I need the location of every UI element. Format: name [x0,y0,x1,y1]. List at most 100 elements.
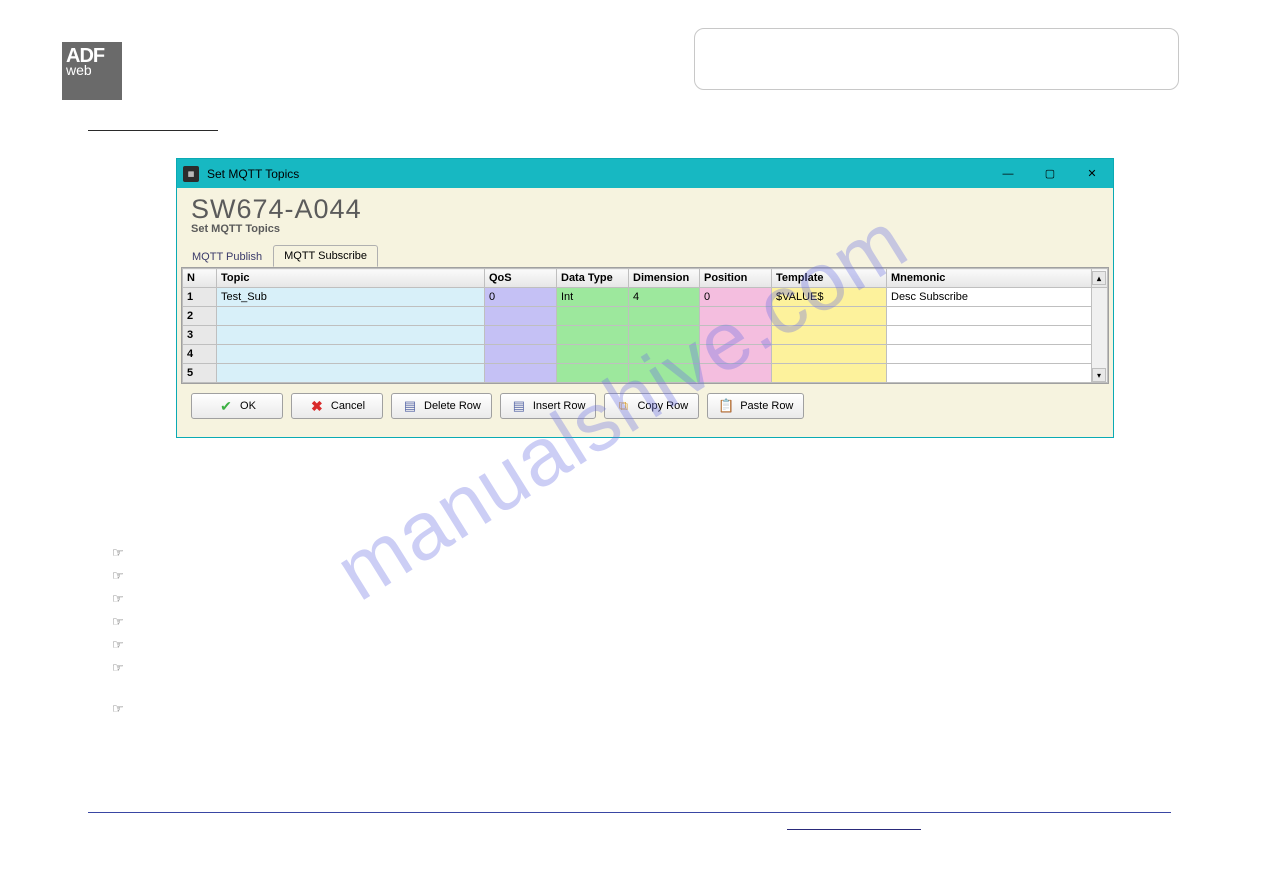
cell-dimension[interactable] [629,345,700,364]
cell-dimension[interactable] [629,364,700,383]
app-icon: ▦ [183,166,199,182]
tab-label: MQTT Subscribe [284,250,367,262]
cell-position[interactable] [700,364,772,383]
cell-template[interactable] [772,307,887,326]
col-mnemonic[interactable]: Mnemonic [887,269,1092,288]
pointer-icon [112,701,126,715]
cell-template[interactable]: $VALUE$ [772,288,887,307]
col-dimension[interactable]: Dimension [629,269,700,288]
tab-mqtt-subscribe[interactable]: MQTT Subscribe [273,245,378,267]
cell-topic[interactable] [217,345,485,364]
cell-mnemonic[interactable] [887,364,1092,383]
list-item [112,632,132,655]
table-row[interactable]: 4 [183,345,1108,364]
topics-grid: N Topic QoS Data Type Dimension Position… [181,267,1109,384]
pointer-icon [112,568,126,582]
close-button[interactable]: ✕ [1071,159,1113,188]
list-item [112,540,132,563]
table-row[interactable]: 3 [183,326,1108,345]
cell-position[interactable] [700,345,772,364]
cell-template[interactable] [772,345,887,364]
cell-datatype[interactable] [557,345,629,364]
cell-n: 2 [183,307,217,326]
table-row[interactable]: 2 [183,307,1108,326]
cell-datatype[interactable] [557,364,629,383]
check-icon: ✔ [218,398,234,414]
btn-label: Cancel [331,400,365,412]
cell-qos[interactable]: 0 [485,288,557,307]
tab-label: MQTT Publish [192,251,262,263]
delete-row-button[interactable]: ▤ Delete Row [391,393,492,419]
cell-topic[interactable] [217,307,485,326]
col-n[interactable]: N [183,269,217,288]
cell-position[interactable] [700,307,772,326]
cell-topic[interactable]: Test_Sub [217,288,485,307]
cell-topic[interactable] [217,326,485,345]
cell-qos[interactable] [485,326,557,345]
paste-icon: 📋 [718,398,734,414]
col-topic[interactable]: Topic [217,269,485,288]
delete-row-icon: ▤ [402,398,418,414]
cell-mnemonic[interactable] [887,307,1092,326]
pointer-icon [112,591,126,605]
bullet-list [112,540,132,719]
page-title: SW674-A044 [191,194,1099,225]
cell-n: 5 [183,364,217,383]
cell-qos[interactable] [485,345,557,364]
table-row[interactable]: 5 [183,364,1108,383]
table-row[interactable]: 1 Test_Sub 0 Int 4 0 $VALUE$ Desc Subscr… [183,288,1108,307]
cell-dimension[interactable] [629,326,700,345]
cell-topic[interactable] [217,364,485,383]
cell-template[interactable] [772,326,887,345]
insert-row-button[interactable]: ▤ Insert Row [500,393,597,419]
cell-dimension[interactable]: 4 [629,288,700,307]
col-position[interactable]: Position [700,269,772,288]
minimize-icon: — [1003,168,1014,180]
cell-mnemonic[interactable] [887,345,1092,364]
cell-n: 1 [183,288,217,307]
list-item [112,586,132,609]
cell-qos[interactable] [485,307,557,326]
cell-mnemonic[interactable] [887,326,1092,345]
btn-label: Copy Row [637,400,688,412]
col-datatype[interactable]: Data Type [557,269,629,288]
button-bar: ✔ OK ✖ Cancel ▤ Delete Row ▤ Insert Row … [177,384,1113,429]
doc-info-box [694,28,1179,90]
footer-separator [88,812,1171,813]
cell-position[interactable] [700,326,772,345]
cell-n: 4 [183,345,217,364]
maximize-button[interactable]: ▢ [1029,159,1071,188]
cell-template[interactable] [772,364,887,383]
scroll-up[interactable]: ▴ [1092,269,1108,288]
cell-mnemonic[interactable]: Desc Subscribe [887,288,1092,307]
btn-label: OK [240,400,256,412]
tab-strip: MQTT Publish MQTT Subscribe [177,245,1113,267]
copy-row-button[interactable]: ⧉ Copy Row [604,393,699,419]
window-titlebar: ▦ Set MQTT Topics — ▢ ✕ [177,159,1113,188]
ok-button[interactable]: ✔ OK [191,393,283,419]
scroll-down[interactable]: ▾ [1092,368,1106,382]
scrollbar-track[interactable]: ▾ [1092,288,1108,383]
pointer-icon [112,637,126,651]
cell-datatype[interactable] [557,307,629,326]
minimize-button[interactable]: — [987,159,1029,188]
grid-header-row: N Topic QoS Data Type Dimension Position… [183,269,1108,288]
cancel-button[interactable]: ✖ Cancel [291,393,383,419]
set-mqtt-topics-window: ▦ Set MQTT Topics — ▢ ✕ SW674-A044 Set M… [176,158,1114,438]
copy-icon: ⧉ [615,398,631,414]
pointer-icon [112,660,126,674]
paste-row-button[interactable]: 📋 Paste Row [707,393,804,419]
cell-datatype[interactable] [557,326,629,345]
cell-datatype[interactable]: Int [557,288,629,307]
tab-mqtt-publish[interactable]: MQTT Publish [181,246,273,267]
list-item [112,655,132,678]
cell-qos[interactable] [485,364,557,383]
logo-bottom-text: web [66,62,118,78]
col-qos[interactable]: QoS [485,269,557,288]
cell-position[interactable]: 0 [700,288,772,307]
col-template[interactable]: Template [772,269,887,288]
list-item [112,696,132,719]
btn-label: Insert Row [533,400,586,412]
window-title: Set MQTT Topics [207,167,299,181]
cell-dimension[interactable] [629,307,700,326]
